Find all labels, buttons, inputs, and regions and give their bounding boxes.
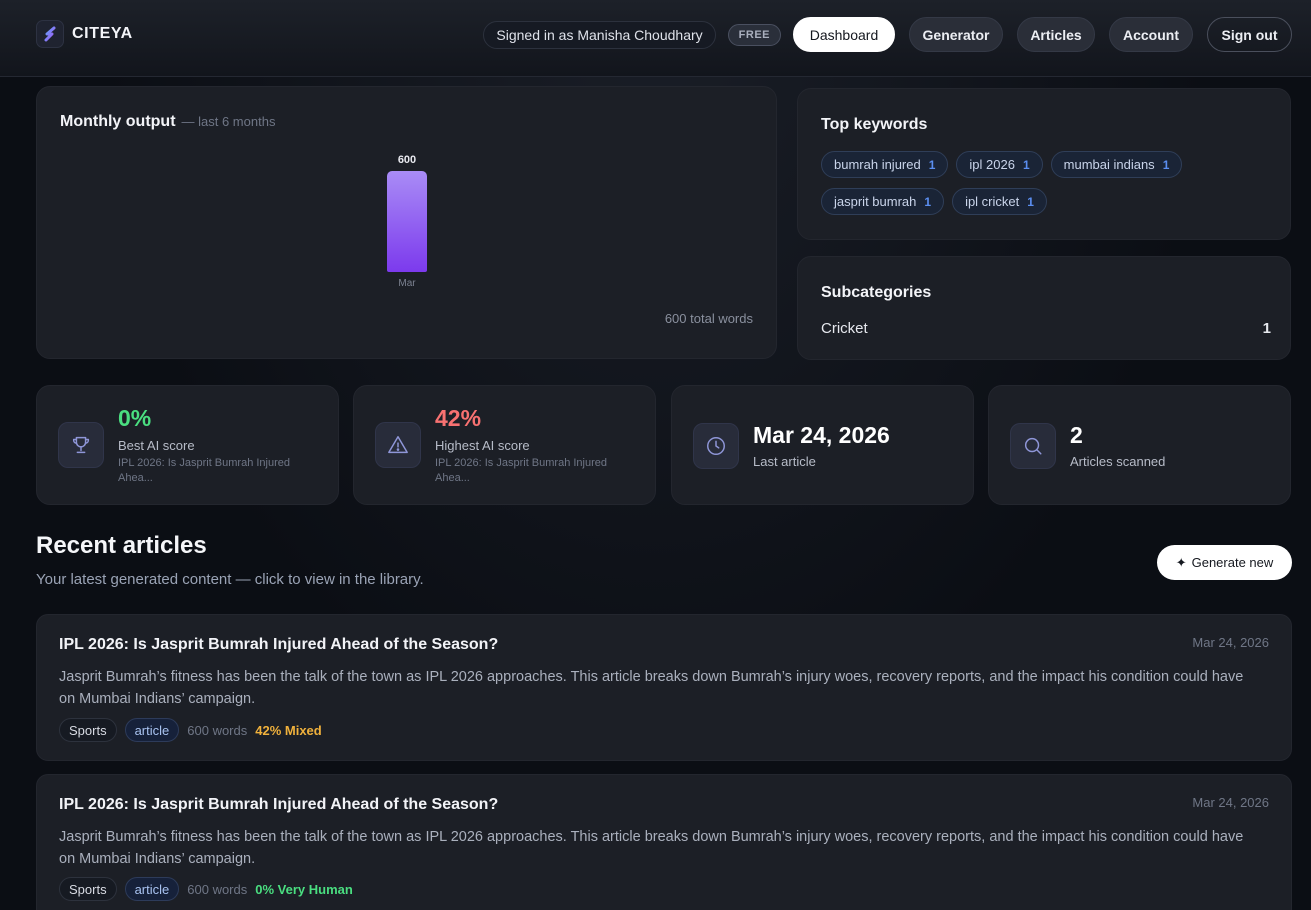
trophy-icon xyxy=(58,422,104,468)
bar-category-label: Mar xyxy=(398,278,416,289)
article-meta: Sports article 600 words 42% Mixed xyxy=(59,718,322,742)
keyword-chip[interactable]: jasprit bumrah 1 xyxy=(821,188,945,215)
recent-articles-title: Recent articles xyxy=(36,532,207,559)
warning-icon xyxy=(375,422,421,468)
keywords-title: Top keywords xyxy=(821,116,928,133)
keyword-count: 1 xyxy=(924,194,932,209)
stat-card-articles-scanned: 2 Articles scanned xyxy=(988,385,1291,505)
keyword-label: mumbai indians xyxy=(1063,157,1155,172)
ai-score: 42% Mixed xyxy=(255,722,322,738)
nav-generator-button[interactable]: Generator xyxy=(909,17,1003,52)
article-title: IPL 2026: Is Jasprit Bumrah Injured Ahea… xyxy=(59,796,499,813)
articles-scanned-value: 2 xyxy=(1070,422,1083,448)
search-icon xyxy=(1010,423,1056,469)
article-meta: Sports article 600 words 0% Very Human xyxy=(59,877,353,901)
keyword-count: 1 xyxy=(1162,157,1170,172)
logo-icon xyxy=(36,20,64,48)
highest-ai-score-label: Highest AI score xyxy=(435,438,530,453)
stat-card-best-ai: 0% Best AI score IPL 2026: Is Jasprit Bu… xyxy=(36,385,339,505)
word-count: 600 words xyxy=(187,881,248,897)
highest-ai-score-note: IPL 2026: Is Jasprit Bumrah Injured Ahea… xyxy=(435,457,608,484)
keyword-list: bumrah injured 1 ipl 2026 1 mumbai indians 1 j… xyxy=(821,151,1281,225)
stat-card-highest-ai: 42% Highest AI score IPL 2026: Is Jaspri… xyxy=(353,385,656,505)
nav-dashboard-button[interactable]: Dashboard xyxy=(793,17,895,52)
keyword-count: 1 xyxy=(928,157,936,172)
bar-value-label: 600 xyxy=(397,154,417,166)
subcategory-count: 1 xyxy=(1262,320,1271,337)
best-ai-score-label: Best AI score xyxy=(118,438,195,453)
best-ai-score-note: IPL 2026: Is Jasprit Bumrah Injured Ahea… xyxy=(118,457,291,484)
category-tag: Sports xyxy=(59,718,117,742)
article-card[interactable]: IPL 2026: Is Jasprit Bumrah Injured Ahea… xyxy=(36,774,1292,910)
keyword-chip[interactable]: ipl 2026 1 xyxy=(956,151,1043,178)
keyword-label: jasprit bumrah xyxy=(834,194,917,209)
article-card[interactable]: IPL 2026: Is Jasprit Bumrah Injured Ahea… xyxy=(36,614,1292,761)
article-title: IPL 2026: Is Jasprit Bumrah Injured Ahea… xyxy=(59,636,499,653)
ai-score: 0% Very Human xyxy=(255,881,353,897)
best-ai-score-value: 0% xyxy=(118,405,152,431)
nav-articles-button[interactable]: Articles xyxy=(1017,17,1095,52)
nav-account-button[interactable]: Account xyxy=(1109,17,1193,52)
keyword-label: bumrah injured xyxy=(834,157,921,172)
article-excerpt: Jasprit Bumrah’s fitness has been the ta… xyxy=(59,829,1244,867)
articles-scanned-label: Articles scanned xyxy=(1070,454,1166,469)
stat-card-last-article: Mar 24, 2026 Last article xyxy=(671,385,974,505)
keyword-chip[interactable]: ipl cricket 1 xyxy=(952,188,1047,215)
keyword-count: 1 xyxy=(1022,157,1030,172)
last-article-label: Last article xyxy=(753,454,816,469)
brand[interactable]: CITEYA xyxy=(36,20,133,48)
recent-articles-subtitle: Your latest generated content — click to… xyxy=(36,571,424,588)
top-bar: CITEYA Signed in as Manisha Choudhary FR… xyxy=(0,0,1311,77)
article-date: Mar 24, 2026 xyxy=(1192,795,1269,810)
subcategory-row: Cricket 1 xyxy=(821,320,1271,337)
monthly-output-card: Monthly output — last 6 months 600 Mar 60… xyxy=(36,86,777,359)
plan-badge: FREE xyxy=(727,23,781,46)
sparkle-icon: ✦ xyxy=(1175,554,1187,570)
keyword-label: ipl cricket xyxy=(965,194,1020,209)
header-nav: Signed in as Manisha Choudhary FREE Dash… xyxy=(483,17,1292,52)
clock-icon xyxy=(693,423,739,469)
type-tag: article xyxy=(124,718,180,742)
chart-bar xyxy=(387,171,427,272)
sign-out-button[interactable]: Sign out xyxy=(1207,17,1292,52)
keyword-count: 1 xyxy=(1027,194,1034,209)
highest-ai-score-value: 42% xyxy=(435,405,482,431)
article-date: Mar 24, 2026 xyxy=(1192,635,1269,650)
top-keywords-card: Top keywords bumrah injured 1 ipl 2026 1 mum… xyxy=(797,88,1291,240)
signed-in-badge: Signed in as Manisha Choudhary xyxy=(483,20,716,49)
subcategories-card: Subcategories Cricket 1 xyxy=(797,256,1291,360)
word-count: 600 words xyxy=(187,722,248,738)
generate-new-label: Generate new xyxy=(1191,555,1274,570)
last-article-value: Mar 24, 2026 xyxy=(753,422,890,448)
keyword-chip[interactable]: bumrah injured 1 xyxy=(821,151,949,178)
subcategory-label: Cricket xyxy=(821,320,868,337)
generate-new-button[interactable]: ✦ Generate new xyxy=(1157,545,1292,580)
brand-name: CITEYA xyxy=(72,25,133,42)
keyword-chip[interactable]: mumbai indians 1 xyxy=(1050,151,1183,178)
keyword-label: ipl 2026 xyxy=(969,157,1015,172)
total-words: 600 total words xyxy=(664,311,753,326)
type-tag: article xyxy=(124,877,180,901)
category-tag: Sports xyxy=(59,877,117,901)
article-excerpt: Jasprit Bumrah’s fitness has been the ta… xyxy=(59,669,1244,707)
subcategories-title: Subcategories xyxy=(821,284,932,301)
